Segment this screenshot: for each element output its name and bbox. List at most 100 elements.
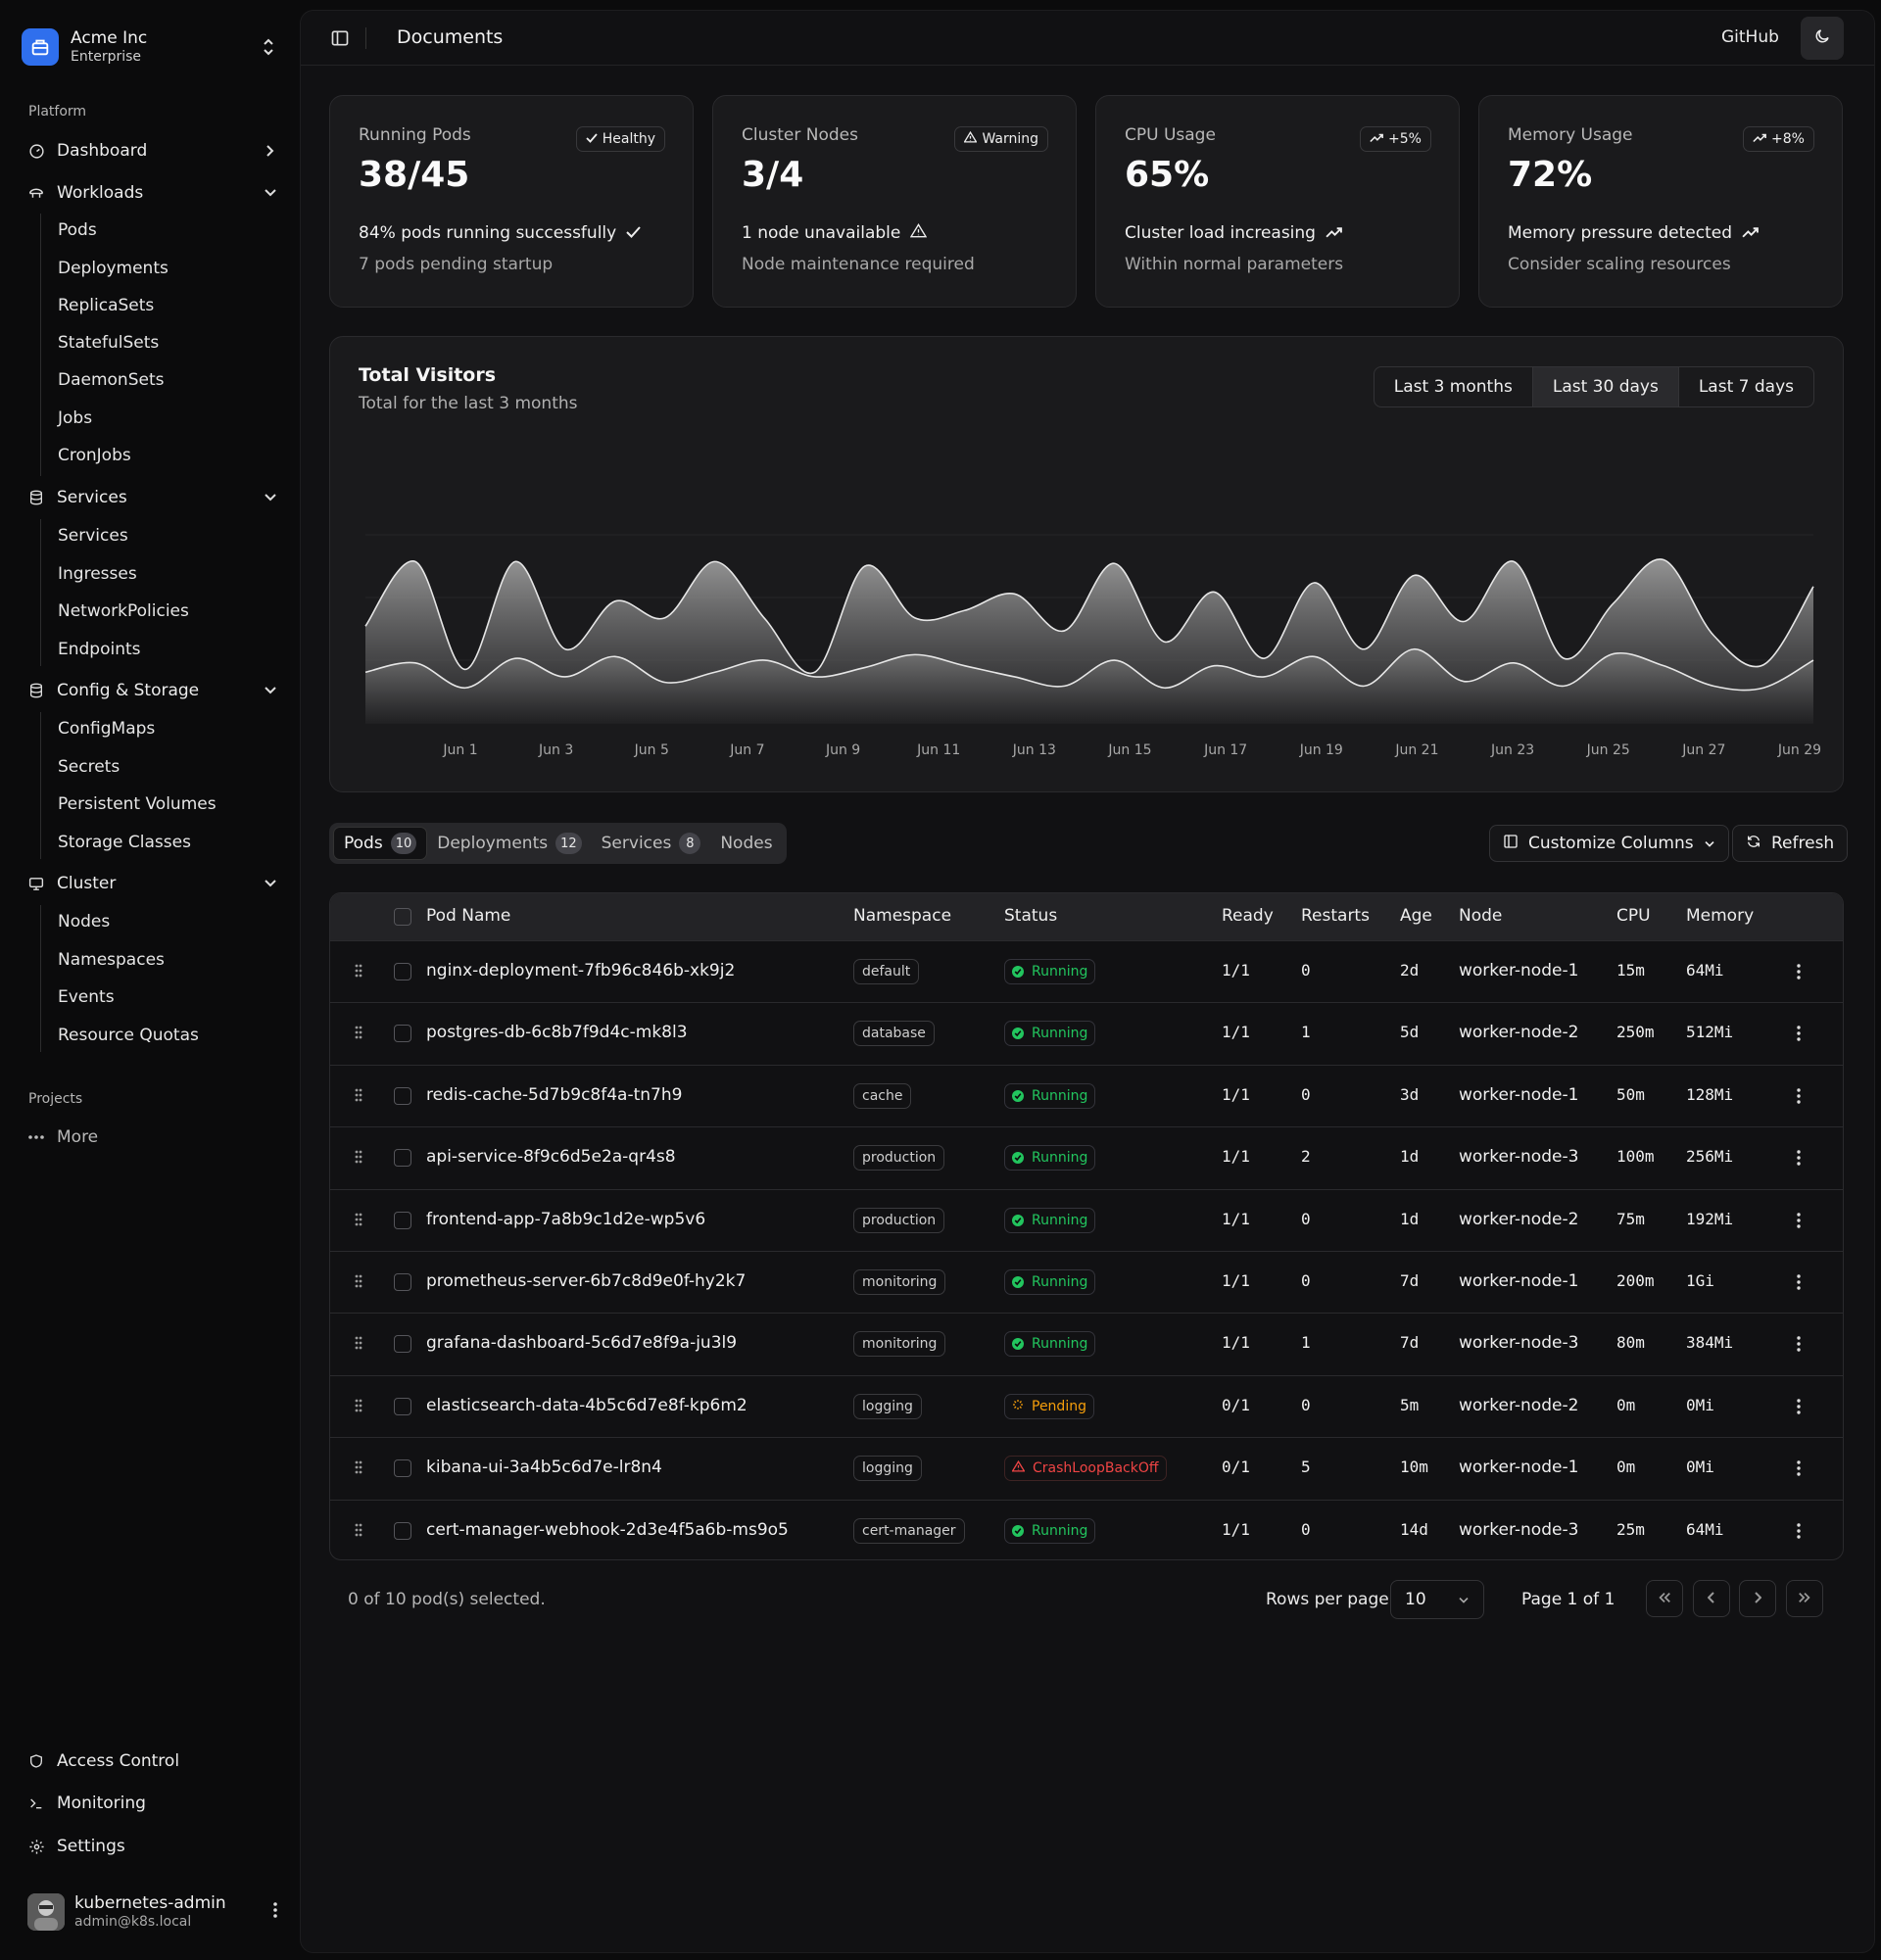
more-vertical-icon[interactable] bbox=[1796, 1025, 1802, 1042]
theme-toggle-button[interactable] bbox=[1801, 17, 1844, 60]
nav-services[interactable]: Services bbox=[27, 480, 278, 515]
table-row[interactable]: grafana-dashboard-5c6d7e8f9a-ju3l9 monito… bbox=[330, 1313, 1843, 1374]
sidebar-item-networkpolicies[interactable]: NetworkPolicies bbox=[58, 597, 189, 626]
sidebar-item-storage-classes[interactable]: Storage Classes bbox=[58, 828, 191, 857]
row-checkbox[interactable] bbox=[394, 963, 411, 980]
range-30-days[interactable]: Last 30 days bbox=[1532, 367, 1679, 406]
next-page-button[interactable] bbox=[1739, 1580, 1776, 1617]
table-row[interactable]: nginx-deployment-7fb96c846b-xk9j2 default… bbox=[330, 940, 1843, 1002]
drag-handle-icon[interactable] bbox=[354, 1398, 363, 1413]
nav-dashboard[interactable]: Dashboard bbox=[27, 133, 278, 168]
sidebar-item-statefulsets[interactable]: StatefulSets bbox=[58, 328, 159, 358]
sidebar-item-configmaps[interactable]: ConfigMaps bbox=[58, 714, 155, 743]
header-ready[interactable]: Ready bbox=[1222, 906, 1274, 926]
drag-handle-icon[interactable] bbox=[354, 1149, 363, 1165]
tab-services[interactable]: Services 8 bbox=[592, 827, 711, 860]
table-row[interactable]: redis-cache-5d7b9c8f4a-tn7h9 cache Running… bbox=[330, 1064, 1843, 1126]
select-all-checkbox[interactable] bbox=[394, 908, 411, 926]
header-cpu[interactable]: CPU bbox=[1616, 906, 1651, 926]
more-vertical-icon[interactable] bbox=[1796, 1212, 1802, 1229]
header-status[interactable]: Status bbox=[1004, 906, 1057, 926]
header-namespace[interactable]: Namespace bbox=[853, 906, 951, 926]
header-age[interactable]: Age bbox=[1400, 906, 1432, 926]
sidebar-item-namespaces[interactable]: Namespaces bbox=[58, 945, 165, 975]
more-vertical-icon[interactable] bbox=[1796, 1335, 1802, 1353]
more-vertical-icon[interactable] bbox=[1796, 1398, 1802, 1415]
sidebar-item-daemonsets[interactable]: DaemonSets bbox=[58, 365, 164, 395]
range-3-months[interactable]: Last 3 months bbox=[1375, 367, 1533, 406]
sidebar-item-pods[interactable]: Pods bbox=[58, 215, 97, 245]
more-vertical-icon[interactable] bbox=[1796, 963, 1802, 980]
row-checkbox[interactable] bbox=[394, 1397, 411, 1415]
tab-nodes[interactable]: Nodes bbox=[710, 827, 782, 860]
first-page-button[interactable] bbox=[1646, 1580, 1683, 1617]
sidebar-item-secrets[interactable]: Secrets bbox=[58, 752, 120, 782]
drag-handle-icon[interactable] bbox=[354, 1087, 363, 1103]
drag-handle-icon[interactable] bbox=[354, 963, 363, 979]
table-row[interactable]: api-service-8f9c6d5e2a-qr4s8 production Ru… bbox=[330, 1126, 1843, 1188]
nav-access-control[interactable]: Access Control bbox=[27, 1744, 278, 1779]
row-checkbox[interactable] bbox=[394, 1086, 411, 1105]
row-checkbox[interactable] bbox=[394, 1149, 411, 1168]
previous-page-button[interactable] bbox=[1693, 1580, 1730, 1617]
header-memory[interactable]: Memory bbox=[1686, 906, 1754, 926]
sidebar-item-jobs[interactable]: Jobs bbox=[58, 404, 92, 433]
sidebar-toggle-icon[interactable] bbox=[330, 28, 350, 48]
nav-workloads[interactable]: Workloads bbox=[27, 175, 278, 211]
customize-columns-button[interactable]: Customize Columns bbox=[1489, 825, 1729, 862]
status-badge: Running bbox=[1004, 1082, 1096, 1109]
table-row[interactable]: frontend-app-7a8b9c1d2e-wp5v6 production R… bbox=[330, 1188, 1843, 1251]
sidebar-item-resource-quotas[interactable]: Resource Quotas bbox=[58, 1021, 199, 1050]
row-checkbox[interactable] bbox=[394, 1459, 411, 1478]
more-vertical-icon[interactable] bbox=[1796, 1149, 1802, 1167]
row-checkbox[interactable] bbox=[394, 1025, 411, 1043]
user-menu[interactable]: kubernetes-admin admin@k8s.local bbox=[27, 1890, 278, 1934]
drag-handle-icon[interactable] bbox=[354, 1335, 363, 1351]
nav-monitoring[interactable]: Monitoring bbox=[27, 1786, 278, 1821]
more-vertical-icon[interactable] bbox=[1796, 1087, 1802, 1105]
more-vertical-icon[interactable] bbox=[1796, 1522, 1802, 1540]
rows-per-page-select[interactable]: 10 bbox=[1390, 1580, 1484, 1619]
table-row[interactable]: postgres-db-6c8b7f9d4c-mk8l3 database Runn… bbox=[330, 1002, 1843, 1064]
tab-pods[interactable]: Pods 10 bbox=[333, 827, 428, 860]
sidebar-item-persistent-volumes[interactable]: Persistent Volumes bbox=[58, 789, 217, 819]
row-checkbox[interactable] bbox=[394, 1211, 411, 1229]
header-pod-name[interactable]: Pod Name bbox=[426, 906, 510, 926]
team-switcher[interactable]: Acme Inc Enterprise bbox=[22, 22, 278, 72]
sidebar-item-endpoints[interactable]: Endpoints bbox=[58, 635, 141, 664]
more-vertical-icon[interactable] bbox=[1796, 1273, 1802, 1291]
sidebar-item-replicasets[interactable]: ReplicaSets bbox=[58, 291, 154, 320]
more-vertical-icon[interactable] bbox=[1796, 1459, 1802, 1477]
github-link[interactable]: GitHub bbox=[1721, 27, 1779, 47]
table-row[interactable]: prometheus-server-6b7c8d9e0f-hy2k7 monito… bbox=[330, 1251, 1843, 1313]
node-value: worker-node-2 bbox=[1459, 1395, 1579, 1415]
header-restarts[interactable]: Restarts bbox=[1301, 906, 1370, 926]
range-7-days[interactable]: Last 7 days bbox=[1679, 367, 1813, 406]
sidebar-item-events[interactable]: Events bbox=[58, 982, 115, 1012]
sidebar-item-deployments[interactable]: Deployments bbox=[58, 254, 169, 283]
drag-handle-icon[interactable] bbox=[354, 1212, 363, 1227]
row-checkbox[interactable] bbox=[394, 1335, 411, 1354]
nav-cluster[interactable]: Cluster bbox=[27, 866, 278, 901]
drag-handle-icon[interactable] bbox=[354, 1273, 363, 1289]
sidebar-item-ingresses[interactable]: Ingresses bbox=[58, 559, 137, 589]
drag-handle-icon[interactable] bbox=[354, 1459, 363, 1475]
row-checkbox[interactable] bbox=[394, 1273, 411, 1291]
table-row[interactable]: cert-manager-webhook-2d3e4f5a6b-ms9o5 cer… bbox=[330, 1499, 1843, 1559]
nav-config-storage[interactable]: Config & Storage bbox=[27, 673, 278, 708]
sidebar-item-nodes[interactable]: Nodes bbox=[58, 907, 110, 936]
last-page-button[interactable] bbox=[1786, 1580, 1823, 1617]
header-node[interactable]: Node bbox=[1459, 906, 1502, 926]
table-row[interactable]: elasticsearch-data-4b5c6d7e8f-kp6m2 loggi… bbox=[330, 1374, 1843, 1437]
table-row[interactable]: kibana-ui-3a4b5c6d7e-lr8n4 logging CrashLo… bbox=[330, 1437, 1843, 1499]
sidebar-item-cronjobs[interactable]: CronJobs bbox=[58, 441, 131, 470]
refresh-button[interactable]: Refresh bbox=[1732, 825, 1849, 862]
ready-value: 1/1 bbox=[1222, 1023, 1250, 1042]
row-checkbox[interactable] bbox=[394, 1521, 411, 1540]
drag-handle-icon[interactable] bbox=[354, 1522, 363, 1538]
nav-more[interactable]: More bbox=[27, 1120, 278, 1155]
drag-handle-icon[interactable] bbox=[354, 1025, 363, 1040]
nav-settings[interactable]: Settings bbox=[27, 1829, 278, 1864]
tab-deployments[interactable]: Deployments 12 bbox=[427, 827, 591, 860]
sidebar-item-services[interactable]: Services bbox=[58, 521, 128, 550]
